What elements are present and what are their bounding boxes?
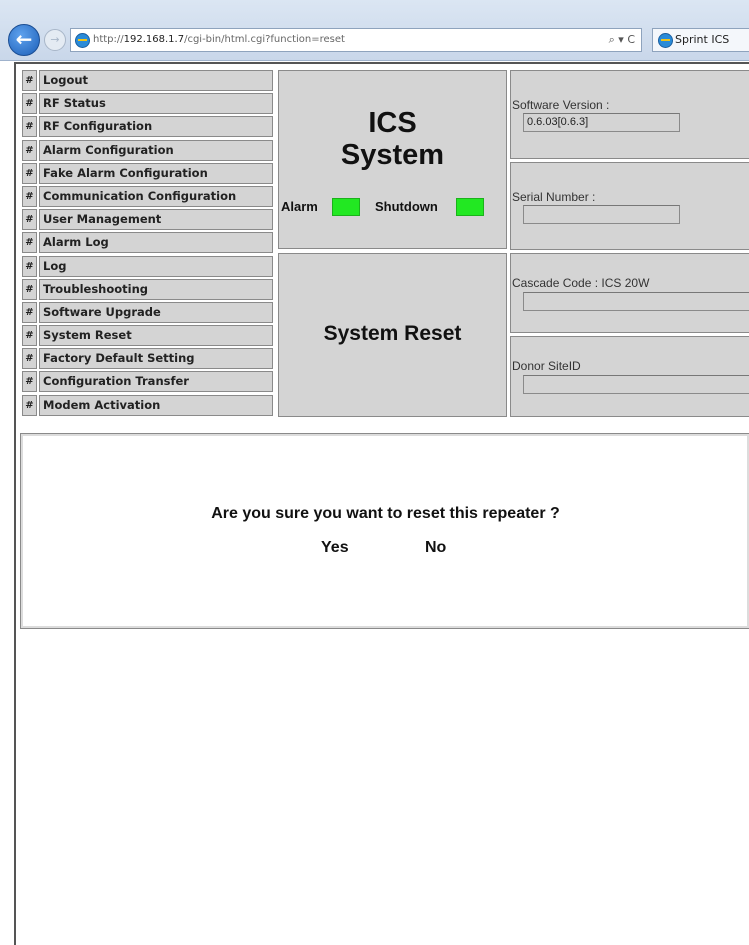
nav-item-modem-activation[interactable]: Modem Activation <box>39 394 273 416</box>
nav-item-rf-status[interactable]: RF Status <box>39 93 273 115</box>
serial-number-panel: Serial Number : <box>510 162 749 250</box>
cascade-code-label: Cascade Code : ICS 20W <box>512 276 650 290</box>
shutdown-label: Shutdown <box>375 199 438 214</box>
nav-item-configuration-transfer[interactable]: Configuration Transfer <box>39 371 273 393</box>
nav-item-rf-configuration[interactable]: RF Configuration <box>39 116 273 138</box>
browser-toolbar: ← → http://192.168.1.7/cgi-bin/html.cgi?… <box>0 0 749 61</box>
back-arrow-icon: ← <box>15 27 33 51</box>
back-button[interactable]: ← <box>8 24 40 56</box>
address-bar[interactable]: http://192.168.1.7/cgi-bin/html.cgi?func… <box>70 28 642 52</box>
reset-confirmation-box: Are you sure you want to reset this repe… <box>20 433 749 629</box>
nav-row: # Factory Default Setting <box>22 348 273 370</box>
tab-favicon-icon <box>658 33 673 48</box>
nav-item-user-management[interactable]: User Management <box>39 209 273 231</box>
nav-hash-marker: # <box>22 70 37 91</box>
nav-item-software-upgrade[interactable]: Software Upgrade <box>39 301 273 323</box>
page-heading-panel: System Reset <box>278 253 507 417</box>
nav-row: # User Management <box>22 209 273 231</box>
forward-arrow-icon: → <box>50 33 60 46</box>
donor-siteid-panel: Donor SiteID <box>510 336 749 417</box>
serial-number-label: Serial Number : <box>512 190 596 204</box>
nav-item-system-reset[interactable]: System Reset <box>39 325 273 347</box>
no-button[interactable]: No <box>425 539 446 557</box>
donor-siteid-label: Donor SiteID <box>512 359 581 373</box>
nav-item-troubleshooting[interactable]: Troubleshooting <box>39 278 273 300</box>
nav-hash-marker: # <box>22 116 37 138</box>
serial-number-field <box>523 205 680 224</box>
software-version-panel: Software Version : 0.6.03[0.6.3] <box>510 70 749 159</box>
tab-title: Sprint ICS <box>675 33 730 46</box>
nav-hash-marker: # <box>22 255 37 277</box>
nav-hash-marker: # <box>22 93 37 115</box>
brand-title: ICS System <box>279 107 506 171</box>
nav-row: # Troubleshooting <box>22 278 273 300</box>
nav-item-log[interactable]: Log <box>39 255 273 277</box>
nav-hash-marker: # <box>22 301 37 323</box>
browser-tab[interactable]: Sprint ICS <box>652 28 749 52</box>
page-frame-left <box>14 62 16 945</box>
nav-row: # System Reset <box>22 325 273 347</box>
nav-row: # RF Configuration <box>22 116 273 138</box>
nav-item-logout[interactable]: Logout <box>39 70 273 91</box>
nav-row: # Log <box>22 255 273 277</box>
cascade-code-panel: Cascade Code : ICS 20W <box>510 253 749 333</box>
address-url: http://192.168.1.7/cgi-bin/html.cgi?func… <box>93 34 345 45</box>
software-version-label: Software Version : <box>512 98 610 112</box>
nav-hash-marker: # <box>22 325 37 347</box>
page-title: System Reset <box>323 322 462 345</box>
nav-row: # Fake Alarm Configuration <box>22 162 273 184</box>
nav-row: # Alarm Log <box>22 232 273 254</box>
nav-hash-marker: # <box>22 278 37 300</box>
forward-button[interactable]: → <box>44 29 66 51</box>
reset-question: Are you sure you want to reset this repe… <box>211 505 560 522</box>
shutdown-indicator <box>456 198 484 216</box>
alarm-label: Alarm <box>281 199 318 214</box>
yes-button[interactable]: Yes <box>321 539 349 557</box>
brand-panel: ICS System Alarm Shutdown <box>278 70 507 249</box>
nav-hash-marker: # <box>22 232 37 254</box>
brand-title-line1: ICS <box>368 107 417 139</box>
nav-hash-marker: # <box>22 348 37 370</box>
nav-hash-marker: # <box>22 209 37 231</box>
nav-item-alarm-log[interactable]: Alarm Log <box>39 232 273 254</box>
nav-hash-marker: # <box>22 162 37 184</box>
donor-siteid-field <box>523 375 749 394</box>
brand-title-line2: System <box>340 139 445 171</box>
sidebar-nav: # Logout # RF Status # RF Configuration # Alarm… <box>22 70 273 418</box>
nav-hash-marker: # <box>22 394 37 416</box>
nav-item-alarm-configuration[interactable]: Alarm Configuration <box>39 139 273 161</box>
cascade-code-field <box>523 292 749 311</box>
address-search-refresh-icons[interactable]: ⌕ ▾ C <box>609 29 635 51</box>
nav-item-communication-configuration[interactable]: Communication Configuration <box>39 185 273 207</box>
nav-hash-marker: # <box>22 139 37 161</box>
page-frame-top <box>14 62 749 64</box>
nav-row: # Modem Activation <box>22 394 273 416</box>
nav-row: # Logout <box>22 70 273 91</box>
nav-row: # Software Upgrade <box>22 301 273 323</box>
nav-row: # Configuration Transfer <box>22 371 273 393</box>
alarm-indicator <box>332 198 360 216</box>
nav-item-fake-alarm-configuration[interactable]: Fake Alarm Configuration <box>39 162 273 184</box>
ie-page-icon <box>75 33 90 48</box>
nav-hash-marker: # <box>22 185 37 207</box>
nav-row: # RF Status <box>22 93 273 115</box>
nav-row: # Communication Configuration <box>22 185 273 207</box>
software-version-field: 0.6.03[0.6.3] <box>523 113 680 132</box>
nav-hash-marker: # <box>22 371 37 393</box>
nav-item-factory-default-setting[interactable]: Factory Default Setting <box>39 348 273 370</box>
nav-row: # Alarm Configuration <box>22 139 273 161</box>
